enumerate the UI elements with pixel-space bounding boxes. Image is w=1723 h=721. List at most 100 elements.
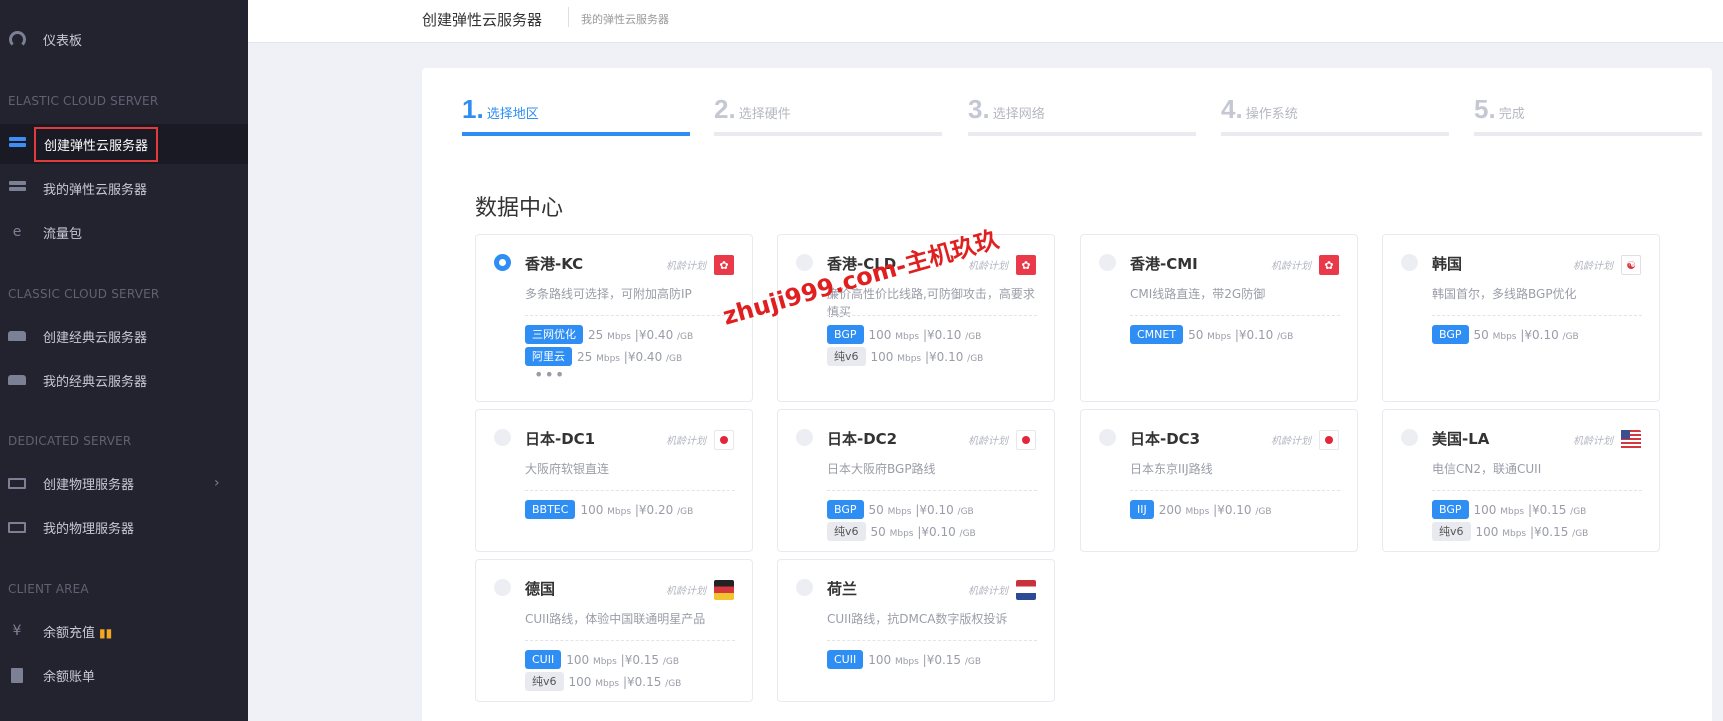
- datacenter-name: 韩国: [1432, 255, 1463, 273]
- step-3[interactable]: 3. 选择网络: [968, 94, 1196, 136]
- card-divider: [525, 315, 735, 316]
- datacenter-card[interactable]: 德国 机龄计划 CUII路线，体验中国联通明星产品 CUII 100 Mbps | ¥0…: [475, 559, 753, 702]
- datacenter-radio[interactable]: [1099, 429, 1116, 446]
- sidebar-item-dashboard[interactable]: 仪表板: [0, 19, 248, 59]
- datacenter-description: CUII路线，体验中国联通明星产品: [525, 612, 706, 626]
- traffic-price: ¥0.15 /GB: [626, 674, 682, 689]
- document-icon: [8, 667, 26, 683]
- bandwidth: 100 Mbps |: [868, 652, 927, 667]
- step-progress-bar: [1474, 132, 1702, 136]
- step-number: 3.: [968, 94, 990, 124]
- step-5[interactable]: 5. 完成: [1474, 94, 1702, 136]
- datacenter-radio[interactable]: [494, 429, 511, 446]
- datacenter-card[interactable]: 香港-CMI 机龄计划 ✿ CMI线路直连，带2G防御 CMNET 50 Mbps | ¥…: [1080, 234, 1358, 402]
- sidebar-item-my-classic[interactable]: 我的经典云服务器: [0, 360, 248, 400]
- datacenter-name: 日本-DC1: [525, 430, 596, 448]
- card-divider: [1432, 490, 1642, 491]
- card-divider: [827, 490, 1037, 491]
- section-label-classic: CLASSIC CLOUD SERVER: [8, 287, 160, 301]
- datacenter-radio[interactable]: [1401, 429, 1418, 446]
- route-badge: IIJ: [1130, 500, 1154, 519]
- plan-tag: 机龄计划: [968, 586, 1008, 597]
- route-line: 纯v6 50 Mbps | ¥0.10 /GB: [827, 522, 976, 541]
- server-icon: [8, 137, 26, 151]
- route-badge: 纯v6: [1432, 522, 1471, 541]
- step-number: 4.: [1221, 94, 1243, 124]
- breadcrumb[interactable]: 我的弹性云服务器: [581, 11, 669, 27]
- sidebar-item-traffic[interactable]: e 流量包: [0, 212, 248, 252]
- traffic-price: ¥0.40 /GB: [627, 349, 683, 364]
- bandwidth: 50 Mbps |: [1473, 327, 1525, 342]
- route-line: BBTEC 100 Mbps | ¥0.20 /GB: [525, 500, 693, 519]
- datacenter-description: 日本大阪府BGP路线: [827, 462, 936, 476]
- sidebar-item-label: 余额账单: [43, 669, 96, 685]
- globe-icon: e: [12, 224, 22, 240]
- card-divider: [1432, 315, 1642, 316]
- datacenter-card[interactable]: 韩国 机龄计划 ☯ 韩国首尔，多线路BGP优化 BGP 50 Mbps | ¥0.10 /…: [1382, 234, 1660, 402]
- top-header: 创建弹性云服务器 我的弹性云服务器: [248, 0, 1723, 43]
- datacenter-card[interactable]: 美国-LA 机龄计划 电信CN2，联通CUII BGP 100 Mbps | ¥0.15…: [1382, 409, 1660, 552]
- traffic-price: ¥0.10 /GB: [928, 349, 984, 364]
- datacenter-name: 日本-DC3: [1130, 430, 1201, 448]
- route-badge: BGP: [827, 500, 864, 519]
- datacenter-card[interactable]: 日本-DC1 机龄计划 大阪府软银直连 BBTEC 100 Mbps | ¥0.20 /…: [475, 409, 753, 552]
- sidebar: 仪表板 ELASTIC CLOUD SERVER 创建弹性云服务器 我的弹性云服…: [0, 0, 248, 721]
- datacenter-card[interactable]: 日本-DC2 机龄计划 日本大阪府BGP路线 BGP 50 Mbps | ¥0.10 /…: [777, 409, 1055, 552]
- route-line: 三网优化 25 Mbps | ¥0.40 /GB: [525, 325, 693, 344]
- datacenter-radio[interactable]: [1099, 254, 1116, 271]
- bandwidth: 25 Mbps |: [577, 349, 628, 364]
- route-badge: 纯v6: [525, 672, 564, 691]
- step-2[interactable]: 2. 选择硬件: [714, 94, 942, 136]
- sidebar-item-my-physical[interactable]: 我的物理服务器: [0, 507, 248, 547]
- step-1[interactable]: 1. 选择地区: [462, 94, 690, 136]
- sidebar-item-bill[interactable]: 余额账单: [0, 655, 248, 695]
- bandwidth: 25 Mbps |: [588, 327, 639, 342]
- datacenter-name: 日本-DC2: [827, 430, 898, 448]
- plan-tag: 机龄计划: [666, 261, 706, 272]
- sidebar-item-label: 我的物理服务器: [43, 521, 135, 537]
- card-divider: [525, 640, 735, 641]
- route-line: IIJ 200 Mbps | ¥0.10 /GB: [1130, 500, 1272, 519]
- chevron-right-icon: ›: [214, 475, 220, 491]
- card-divider: [1130, 315, 1340, 316]
- datacenter-radio[interactable]: [494, 254, 511, 271]
- datacenter-name: 荷兰: [827, 580, 858, 598]
- datacenter-description: 大阪府软银直连: [525, 462, 610, 476]
- traffic-price: ¥0.10 /GB: [1238, 327, 1294, 342]
- datacenter-radio[interactable]: [796, 579, 813, 596]
- section-label-elastic: ELASTIC CLOUD SERVER: [8, 94, 159, 108]
- sidebar-item-label: 流量包: [43, 226, 83, 242]
- datacenter-radio[interactable]: [796, 254, 813, 271]
- de-flag-icon: [714, 580, 734, 600]
- jp-flag-icon: [714, 430, 734, 450]
- datacenter-radio[interactable]: [1401, 254, 1418, 271]
- disk-icon: [8, 329, 26, 343]
- card-divider: [1130, 490, 1340, 491]
- hk-flag-icon: ✿: [1319, 255, 1339, 275]
- sidebar-item-create-classic[interactable]: 创建经典云服务器: [0, 316, 248, 356]
- route-line: CUII 100 Mbps | ¥0.15 /GB: [827, 650, 981, 669]
- sidebar-item-recharge[interactable]: ¥ 余额充值 ▮▮: [0, 611, 248, 651]
- disk-icon: [8, 373, 26, 387]
- us-flag-icon: [1621, 430, 1641, 450]
- datacenter-radio[interactable]: [796, 429, 813, 446]
- datacenter-radio[interactable]: [494, 579, 511, 596]
- datacenter-card[interactable]: 香港-KC 机龄计划 ✿ 多条路线可选择，可附加高防IP 三网优化 25 Mbps | ¥…: [475, 234, 753, 402]
- sidebar-item-create-physical[interactable]: 创建物理服务器 ›: [0, 463, 248, 503]
- more-options-icon[interactable]: •••: [534, 365, 565, 384]
- traffic-price: ¥0.15 /GB: [1533, 524, 1589, 539]
- plan-tag: 机龄计划: [1573, 261, 1613, 272]
- jp-flag-icon: [1319, 430, 1339, 450]
- sidebar-item-create-elastic[interactable]: 创建弹性云服务器: [0, 124, 248, 164]
- bandwidth: 100 Mbps |: [1473, 502, 1532, 517]
- hardware-icon: [8, 476, 26, 490]
- plan-tag: 机龄计划: [968, 436, 1008, 447]
- sidebar-item-label: 仪表板: [43, 33, 83, 49]
- route-line: 纯v6 100 Mbps | ¥0.15 /GB: [1432, 522, 1588, 541]
- sidebar-item-my-elastic[interactable]: 我的弹性云服务器: [0, 168, 248, 208]
- step-4[interactable]: 4. 操作系统: [1221, 94, 1449, 136]
- step-number: 2.: [714, 94, 736, 124]
- nl-flag-icon: [1016, 580, 1036, 600]
- datacenter-card[interactable]: 日本-DC3 机龄计划 日本东京IIJ路线 IIJ 200 Mbps | ¥0.10 /…: [1080, 409, 1358, 552]
- datacenter-card[interactable]: 荷兰 机龄计划 CUII路线，抗DMCA数字版权投诉 CUII 100 Mbps | ¥…: [777, 559, 1055, 702]
